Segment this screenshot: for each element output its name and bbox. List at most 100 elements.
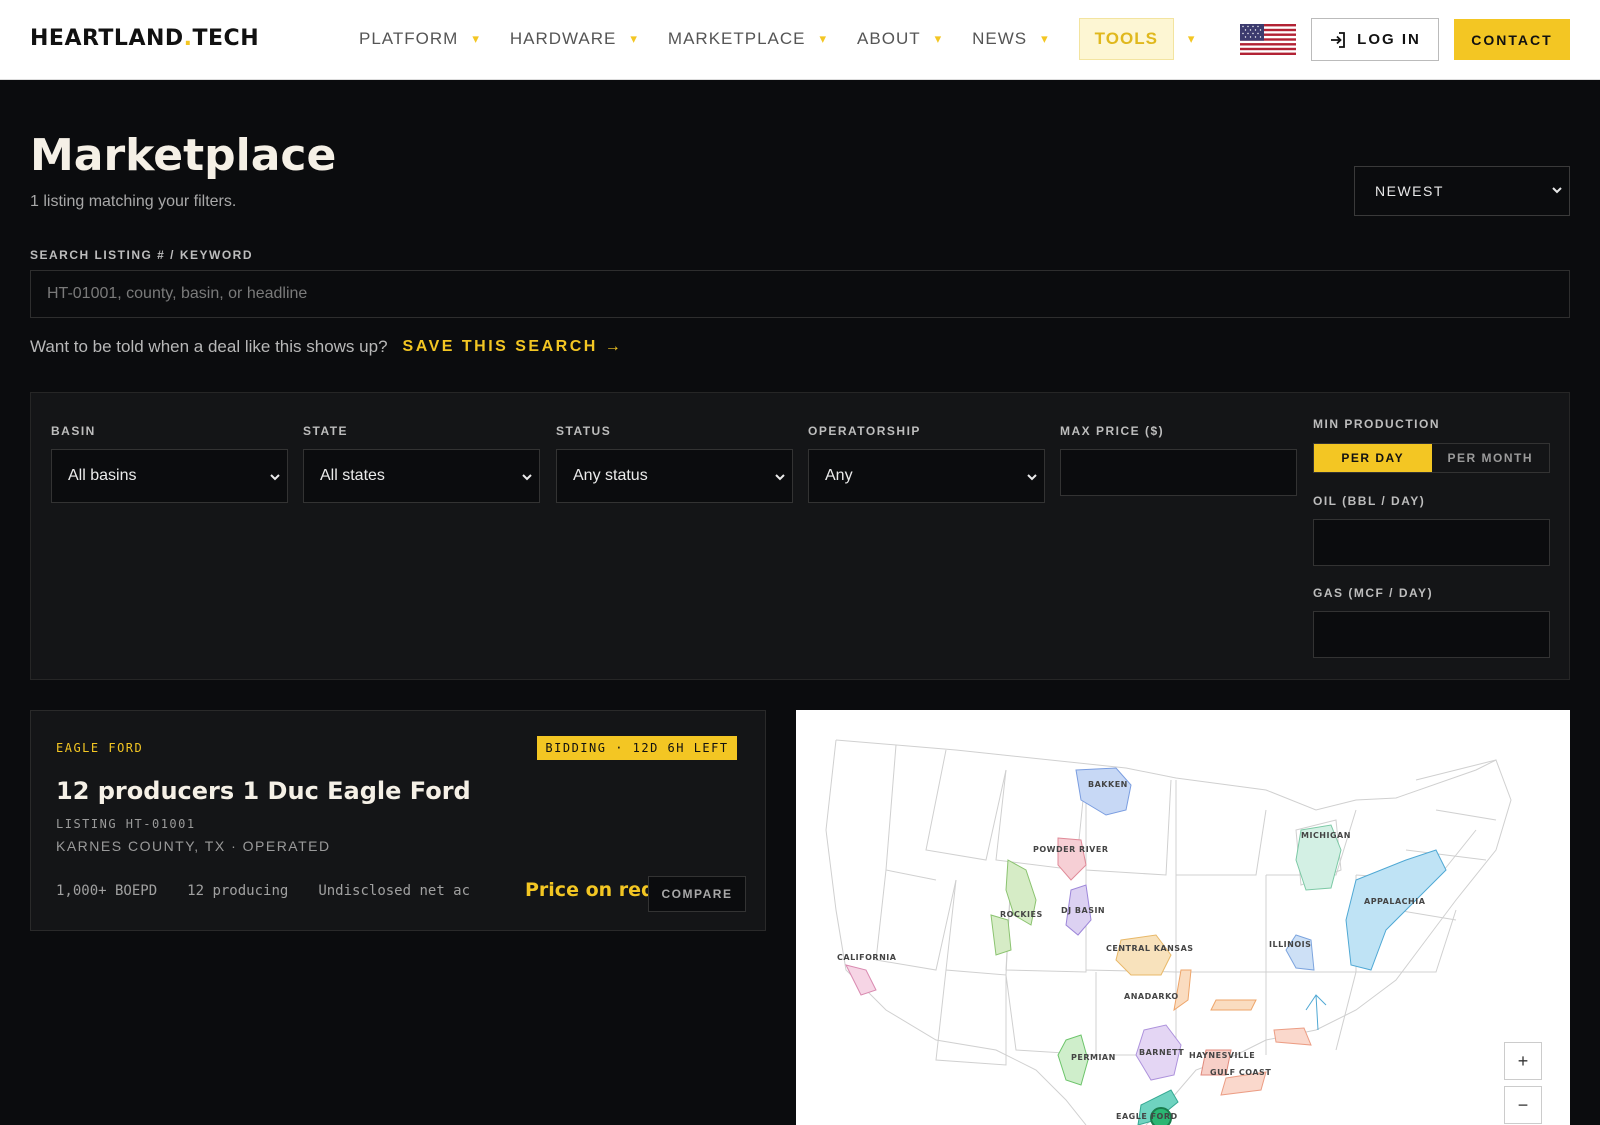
listing-stat-production: 1,000+ BOEPD (56, 883, 158, 899)
nav-tools-label: TOOLS (1094, 29, 1158, 48)
map-label-michigan: MICHIGAN (1301, 831, 1351, 840)
search-label: SEARCH LISTING # / KEYWORD (30, 248, 254, 262)
listing-card[interactable]: EAGLE FORD BIDDING · 12D 6H LEFT 12 prod… (30, 710, 766, 931)
site-logo[interactable]: HEARTLAND.TECH (30, 26, 259, 51)
nav-hardware-label: HARDWARE (509, 29, 617, 48)
map-label-rockies: ROCKIES (1000, 910, 1043, 919)
state-filter-label: STATE (303, 424, 349, 438)
listing-price: Price on request (525, 879, 655, 901)
anadarko-region-2 (1210, 999, 1257, 1011)
basin-select[interactable]: All basins (51, 449, 288, 503)
status-select[interactable]: Any status (556, 449, 793, 503)
chevron-down-icon (522, 474, 532, 481)
map-label-central-kansas: CENTRAL KANSAS (1106, 944, 1194, 953)
logo-dot: . (183, 26, 193, 51)
operatorship-select-value: Any (825, 467, 853, 484)
map-label-powder-river: POWDER RIVER (1033, 845, 1109, 854)
zoom-out-button[interactable]: − (1504, 1086, 1542, 1124)
min-production-label: MIN PRODUCTION (1313, 417, 1440, 431)
chevron-down-icon: ▾ (472, 31, 480, 46)
basin-map[interactable]: BAKKEN POWDER RIVER MICHIGAN APPALACHIA … (796, 710, 1570, 1125)
listing-basin: EAGLE FORD (56, 741, 144, 755)
zoom-in-button[interactable]: + (1504, 1042, 1542, 1080)
us-basin-map-svg: BAKKEN POWDER RIVER MICHIGAN APPALACHIA … (825, 739, 1512, 1125)
status-filter-label: STATUS (556, 424, 612, 438)
chevron-down-icon (270, 474, 280, 481)
oil-input[interactable] (1313, 519, 1550, 566)
main-nav: PLATFORM ▾ HARDWARE ▾ MARKETPLACE ▾ ABOUT ▾ … (359, 18, 1194, 60)
contact-label: CONTACT (1471, 31, 1553, 48)
max-price-input[interactable] (1060, 449, 1297, 496)
map-label-bakken: BAKKEN (1088, 780, 1128, 789)
nav-marketplace-label: MARKETPLACE (667, 29, 806, 48)
top-navigation-bar: HEARTLAND.TECH PLATFORM ▾ HARDWARE ▾ MARKE… (0, 0, 1600, 80)
chevron-down-icon: ▾ (934, 31, 943, 46)
rockies-region-2 (990, 914, 1012, 956)
map-label-illinois: ILLINOIS (1269, 940, 1311, 949)
listing-price-wrapper: Price on request (525, 879, 655, 905)
nav-tools[interactable]: TOOLS (1078, 18, 1174, 60)
login-label: LOG IN (1357, 31, 1421, 48)
nav-platform[interactable]: PLATFORM ▾ (359, 18, 480, 60)
save-search-prompt: Want to be told when a deal like this sh… (30, 337, 388, 356)
gas-input[interactable] (1313, 611, 1550, 658)
appalachia-region (1345, 849, 1447, 971)
nav-marketplace[interactable]: MARKETPLACE ▾ (668, 18, 827, 60)
nav-about[interactable]: ABOUT ▾ (857, 18, 942, 60)
sort-value: NEWEST (1375, 183, 1444, 199)
logo-text-main: HEARTLAND (30, 26, 184, 51)
filter-panel: BASIN All basins STATE All states STATUS… (30, 392, 1570, 680)
nav-platform-label: PLATFORM (359, 29, 459, 48)
nav-news[interactable]: NEWS ▾ (972, 18, 1049, 60)
listing-stat-wells: 12 producing (187, 883, 289, 899)
map-label-gulf-coast: GULF COAST (1210, 1068, 1271, 1077)
chevron-down-icon: ▾ (1041, 31, 1049, 46)
map-label-appalachia: APPALACHIA (1364, 897, 1426, 906)
listing-stats: 1,000+ BOEPD 12 producing Undisclosed ne… (56, 883, 500, 899)
per-month-toggle[interactable]: PER MONTH (1432, 444, 1550, 472)
save-search-link[interactable]: SAVE THIS SEARCH → (403, 338, 624, 356)
map-label-barnett: BARNETT (1139, 1048, 1184, 1057)
per-day-toggle[interactable]: PER DAY (1314, 444, 1432, 472)
nav-hardware[interactable]: HARDWARE ▾ (510, 18, 638, 60)
status-badge: BIDDING · 12D 6H LEFT (537, 736, 737, 760)
map-label-eagle-ford: EAGLE FORD (1116, 1112, 1178, 1121)
map-label-dj-basin: DJ BASIN (1061, 906, 1105, 915)
state-select[interactable]: All states (303, 449, 540, 503)
california-region (845, 964, 877, 996)
sort-select[interactable]: NEWEST (1354, 166, 1570, 216)
listing-location: KARNES COUNTY, TX · OPERATED (56, 838, 331, 854)
login-button[interactable]: LOG IN (1311, 18, 1439, 61)
listing-title[interactable]: 12 producers 1 Duc Eagle Ford (56, 777, 471, 805)
map-label-anadarko: ANADARKO (1124, 992, 1179, 1001)
page-title: Marketplace (30, 130, 337, 181)
map-label-permian: PERMIAN (1071, 1053, 1116, 1062)
chevron-down-icon[interactable]: ▾ (1188, 31, 1195, 47)
gulf-coast-region-2 (1273, 1027, 1312, 1046)
listing-id: LISTING HT-01001 (56, 817, 196, 831)
bakken-region (1075, 767, 1132, 816)
nav-news-label: NEWS (972, 29, 1028, 48)
chevron-down-icon (775, 474, 785, 481)
logo-text-suffix: TECH (192, 26, 260, 51)
anadarko-region (1173, 969, 1192, 1012)
basin-filter-label: BASIN (51, 424, 96, 438)
chevron-down-icon (1552, 187, 1562, 194)
login-icon (1331, 31, 1346, 48)
chevron-down-icon: ▾ (630, 31, 638, 46)
operatorship-select[interactable]: Any (808, 449, 1045, 503)
nav-about-label: ABOUT (857, 29, 921, 48)
search-input[interactable] (30, 270, 1570, 318)
central-kansas-region (1115, 934, 1172, 976)
result-count: 1 listing matching your filters. (30, 193, 237, 210)
listing-stat-acreage: Undisclosed net ac (318, 883, 471, 899)
contact-button[interactable]: CONTACT (1454, 19, 1570, 60)
compare-button[interactable]: COMPARE (648, 876, 746, 912)
status-select-value: Any status (573, 467, 648, 484)
state-select-value: All states (320, 467, 385, 484)
max-price-label: MAX PRICE ($) (1060, 424, 1165, 438)
operatorship-filter-label: OPERATORSHIP (808, 424, 921, 438)
oil-label: OIL (BBL / DAY) (1313, 494, 1426, 508)
us-flag-icon[interactable] (1240, 24, 1296, 55)
map-label-haynesville: HAYNESVILLE (1189, 1051, 1255, 1060)
